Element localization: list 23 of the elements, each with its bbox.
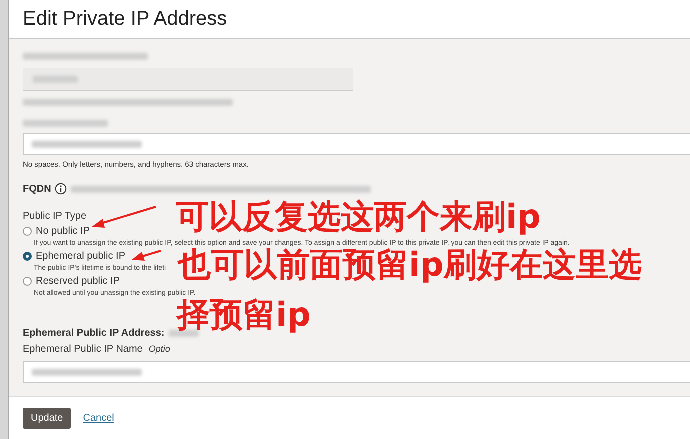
annotation-text: 也可以前面预留ip刷好在这里选 <box>178 248 642 281</box>
radio-label[interactable]: Reserved public IP <box>36 276 120 287</box>
dialog-title: Edit Private IP Address <box>23 8 228 30</box>
radio-button[interactable] <box>23 227 32 236</box>
radio-button[interactable] <box>23 277 32 286</box>
arrow-annotation <box>132 250 162 261</box>
optional-label: Optio <box>148 344 170 354</box>
info-icon[interactable] <box>55 183 68 195</box>
radio-button[interactable] <box>23 252 32 261</box>
radio-label[interactable]: Ephemeral public IP <box>36 251 126 262</box>
cancel-link[interactable]: Cancel <box>83 412 114 424</box>
field-label: Ephemeral Public IP Name <box>23 344 143 355</box>
annotation-text: 择预留ip <box>177 298 311 331</box>
arrow-annotation <box>92 206 156 228</box>
input-field[interactable] <box>23 361 690 383</box>
fqdn-label: FQDN <box>23 184 52 194</box>
input-field[interactable] <box>23 133 690 155</box>
update-button[interactable]: Update <box>23 408 72 428</box>
redacted-text <box>168 330 199 337</box>
radio-label[interactable]: No public IP <box>36 226 90 237</box>
annotation-text: 可以反复选这两个来刷ip <box>176 200 541 233</box>
field-label: Ephemeral Public IP Address: <box>23 328 165 339</box>
radio-group-label: Public IP Type <box>23 211 87 222</box>
